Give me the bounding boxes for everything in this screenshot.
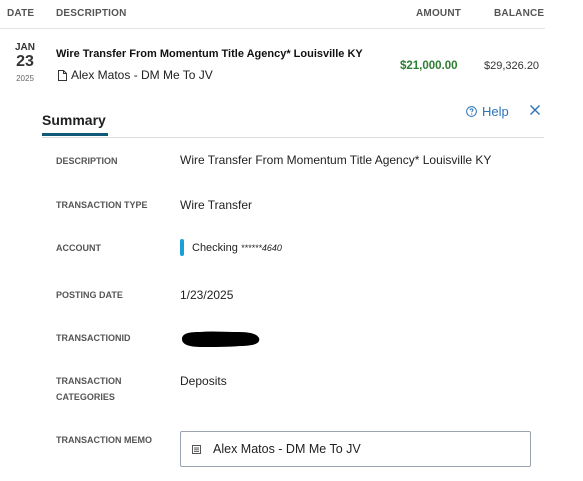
- transaction-amount: $21,000.00: [400, 60, 458, 72]
- categories-value: Deposits: [180, 374, 227, 388]
- memo-preview-text: Alex Matos - DM Me To JV: [71, 68, 213, 82]
- redaction-mark: [182, 331, 260, 347]
- column-header-amount[interactable]: AMOUNT: [416, 8, 461, 19]
- account-number-masked: ******4640: [240, 242, 282, 253]
- memo-field[interactable]: Alex Matos - DM Me To JV: [180, 431, 531, 467]
- column-header-balance[interactable]: BALANCE: [494, 8, 544, 19]
- transaction-type-value: Wire Transfer: [180, 198, 253, 212]
- column-header-description[interactable]: DESCRIPTION: [56, 8, 127, 19]
- close-icon[interactable]: [528, 103, 542, 117]
- posting-date-value: 1/23/2025: [180, 288, 234, 302]
- memo-value[interactable]: Alex Matos - DM Me To JV: [213, 442, 361, 456]
- header-divider: [0, 28, 545, 29]
- transaction-title[interactable]: Wire Transfer From Momentum Title Agency…: [56, 48, 363, 60]
- account-color-bar: [180, 239, 184, 256]
- date-day: 23: [16, 53, 34, 70]
- transaction-type-label: TRANSACTION TYPE: [56, 200, 148, 210]
- categories-label-line2: CATEGORIES: [56, 392, 115, 402]
- date-month: JAN: [14, 42, 35, 53]
- active-tab-indicator: [42, 133, 108, 136]
- categories-label-line1: TRANSACTION: [56, 376, 122, 386]
- memo-label: TRANSACTION MEMO: [56, 435, 152, 445]
- tab-summary[interactable]: Summary: [42, 112, 106, 128]
- question-circle-icon: [466, 106, 477, 117]
- document-icon: [58, 69, 67, 81]
- transaction-id-label: TRANSACTIONID: [56, 333, 131, 343]
- date-year: 2025: [16, 74, 34, 83]
- transaction-date: JAN 23 2025: [6, 42, 44, 83]
- description-label: DESCRIPTION: [56, 156, 118, 166]
- transaction-memo-preview: Alex Matos - DM Me To JV: [58, 68, 213, 82]
- help-link[interactable]: Help: [466, 104, 509, 119]
- tab-divider: [42, 137, 544, 138]
- transaction-balance: $29,326.20: [484, 60, 540, 72]
- posting-date-label: POSTING DATE: [56, 290, 123, 300]
- account-value[interactable]: Checking ******4640: [180, 239, 282, 256]
- help-label[interactable]: Help: [482, 104, 509, 119]
- account-name: Checking: [192, 241, 238, 254]
- column-header-date[interactable]: DATE: [7, 8, 34, 19]
- note-icon: [192, 444, 201, 454]
- account-label: ACCOUNT: [56, 243, 101, 253]
- description-value: Wire Transfer From Momentum Title Agency…: [180, 153, 492, 167]
